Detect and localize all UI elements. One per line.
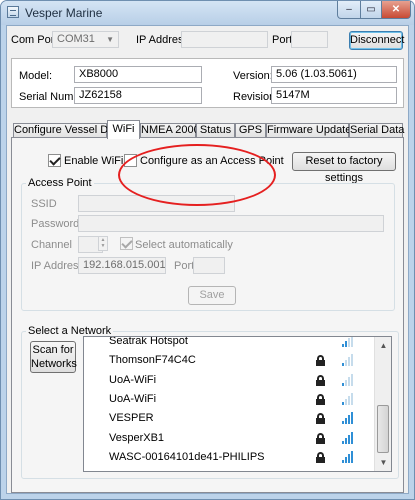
- port-field[interactable]: [291, 31, 328, 48]
- scan-networks-button[interactable]: Scan for Networks: [30, 341, 77, 373]
- network-name: VesperXB1: [109, 431, 165, 444]
- signal-strength-icon: [340, 412, 354, 425]
- version-label: Version:: [233, 70, 273, 82]
- model-field: XB8000: [74, 66, 202, 83]
- network-name: VESPER: [109, 412, 154, 425]
- model-label: Model:: [19, 70, 53, 82]
- version-field: 5.06 (1.03.5061): [271, 66, 397, 83]
- disconnect-button[interactable]: Disconnect: [349, 31, 404, 50]
- app-window: Vesper Marine – ▭ ✕ Com Port: COM31 ▼ IP…: [0, 0, 415, 500]
- network-list-item[interactable]: UoA-WiFi: [84, 390, 374, 409]
- password-label: Password: [31, 218, 80, 230]
- com-port-select[interactable]: COM31 ▼: [52, 31, 119, 48]
- lock-icon: [316, 451, 325, 463]
- scan-label-line1: Scan for: [32, 344, 74, 356]
- select-automatically-label: Select automatically: [135, 239, 233, 251]
- ip-address-field[interactable]: [181, 31, 268, 48]
- lock-icon: [316, 355, 325, 367]
- annotation-circle: [118, 144, 276, 206]
- app-icon: [7, 6, 19, 18]
- tab-firmware-update[interactable]: Firmware Update: [266, 123, 351, 138]
- network-list-item[interactable]: Seatrak Hotspot: [84, 336, 374, 351]
- tab-nmea-2000[interactable]: NMEA 2000: [140, 123, 200, 138]
- signal-strength-icon: [340, 354, 354, 367]
- scroll-up-arrow-icon[interactable]: ▲: [375, 337, 391, 354]
- signal-strength-icon: [340, 450, 354, 463]
- main-client-area: Com Port: COM31 ▼ IP Address: Port: Disc…: [6, 25, 409, 494]
- lock-icon: [316, 413, 325, 425]
- network-list-item[interactable]: WASC-00164101de41-PHILIPS: [84, 448, 374, 467]
- close-button[interactable]: ✕: [381, 1, 411, 19]
- title-bar[interactable]: Vesper Marine – ▭ ✕: [1, 1, 414, 25]
- channel-spinner[interactable]: ▲ ▼: [98, 236, 108, 251]
- reset-factory-button[interactable]: Reset to factory settings: [292, 152, 396, 184]
- ap-port-field[interactable]: [193, 257, 225, 274]
- network-list[interactable]: Seatrak Hotspot ThomsonF74C4C UoA-WiFi UoA-…: [83, 336, 392, 472]
- ap-ip-address-field[interactable]: 192.168.015.001: [78, 257, 166, 274]
- tab-gps[interactable]: GPS: [235, 123, 266, 138]
- network-list-item[interactable]: ThomsonF74C4C: [84, 351, 374, 370]
- lock-icon: [316, 393, 325, 405]
- scroll-thumb[interactable]: [377, 405, 389, 453]
- signal-strength-icon: [340, 337, 354, 347]
- network-name: UoA-WiFi: [109, 373, 157, 386]
- serial-number-field: JZ62158: [74, 87, 202, 104]
- maximize-button[interactable]: ▭: [360, 1, 382, 19]
- ssid-label: SSID: [31, 198, 57, 210]
- network-name: WASC-00164101de41-PHILIPS: [109, 450, 265, 463]
- enable-wifi-label: Enable WiFi: [64, 155, 124, 167]
- network-list-item[interactable]: VesperXB1: [84, 429, 374, 448]
- ap-ip-address-label: IP Address: [31, 260, 84, 272]
- network-list-item[interactable]: UoA-WiFi: [84, 371, 374, 390]
- channel-label: Channel: [31, 239, 72, 251]
- access-point-group-title: Access Point: [26, 177, 94, 189]
- network-list-item[interactable]: VESPER: [84, 409, 374, 428]
- revision-field: 5147M: [271, 87, 397, 104]
- ap-port-label: Port: [174, 260, 195, 272]
- tab-serial-data[interactable]: Serial Data: [349, 123, 404, 138]
- signal-strength-icon: [340, 373, 354, 386]
- minimize-button[interactable]: –: [337, 1, 361, 19]
- chevron-down-icon: ▼: [106, 35, 114, 44]
- network-name: Seatrak Hotspot: [109, 336, 188, 347]
- lock-icon: [316, 432, 325, 444]
- password-field[interactable]: [78, 215, 384, 232]
- com-port-value: COM31: [57, 33, 95, 45]
- scan-label-line2: Networks: [31, 358, 77, 370]
- tab-wifi[interactable]: WiFi: [107, 120, 140, 139]
- select-automatically-checkbox[interactable]: [120, 237, 133, 250]
- scroll-down-arrow-icon[interactable]: ▼: [375, 454, 391, 471]
- signal-strength-icon: [340, 431, 354, 444]
- window-title: Vesper Marine: [25, 6, 103, 20]
- lock-icon: [316, 374, 325, 386]
- signal-strength-icon: [340, 392, 354, 405]
- network-list-scrollbar[interactable]: ▲ ▼: [374, 337, 391, 471]
- tab-status[interactable]: Status: [196, 123, 235, 138]
- network-name: UoA-WiFi: [109, 392, 157, 405]
- save-button[interactable]: Save: [188, 286, 236, 305]
- tab-configure-vessel-data[interactable]: Configure Vessel Data: [13, 123, 123, 138]
- network-name: ThomsonF74C4C: [109, 354, 196, 367]
- enable-wifi-checkbox[interactable]: [48, 154, 61, 167]
